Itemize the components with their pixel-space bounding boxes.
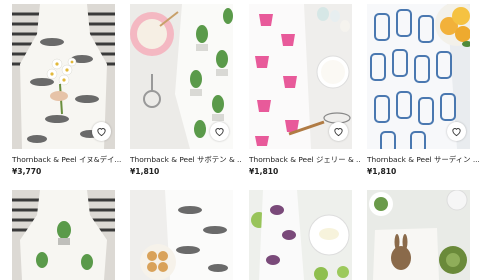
product-image[interactable] (249, 190, 352, 280)
product-card[interactable] (367, 190, 470, 280)
product-grid: Thornback & Peel イヌ&デイ... ¥3,770 Thornba… (0, 0, 480, 280)
product-card[interactable] (12, 190, 115, 280)
product-image[interactable] (367, 190, 470, 280)
product-price: ¥1,810 (249, 167, 279, 176)
heart-outline-icon[interactable] (92, 122, 111, 141)
product-image[interactable] (249, 4, 352, 149)
product-card[interactable]: Thornback & Peel イヌ&デイ... ¥3,770 (12, 4, 121, 176)
product-card[interactable] (130, 190, 233, 280)
product-image[interactable] (130, 4, 233, 149)
heart-outline-icon[interactable] (329, 122, 348, 141)
product-card[interactable]: Thornback & Peel ジェリー & ... ¥1,810 (249, 4, 361, 176)
product-price: ¥1,810 (130, 167, 160, 176)
product-price: ¥1,810 (367, 167, 397, 176)
product-card[interactable]: Thornback & Peel サボテン & ... ¥1,810 (130, 4, 242, 176)
product-image[interactable] (367, 4, 470, 149)
product-image[interactable] (130, 190, 233, 280)
product-image[interactable] (12, 4, 115, 149)
product-card[interactable]: Thornback & Peel サーディン ... ¥1,810 (367, 4, 479, 176)
product-price: ¥3,770 (12, 167, 42, 176)
product-image[interactable] (12, 190, 115, 280)
product-title[interactable]: Thornback & Peel ジェリー & ... (249, 155, 361, 165)
heart-outline-icon[interactable] (447, 122, 466, 141)
product-title[interactable]: Thornback & Peel サーディン ... (367, 155, 479, 165)
heart-outline-icon[interactable] (210, 122, 229, 141)
product-title[interactable]: Thornback & Peel イヌ&デイ... (12, 155, 124, 165)
product-title[interactable]: Thornback & Peel サボテン & ... (130, 155, 242, 165)
product-card[interactable] (249, 190, 352, 280)
